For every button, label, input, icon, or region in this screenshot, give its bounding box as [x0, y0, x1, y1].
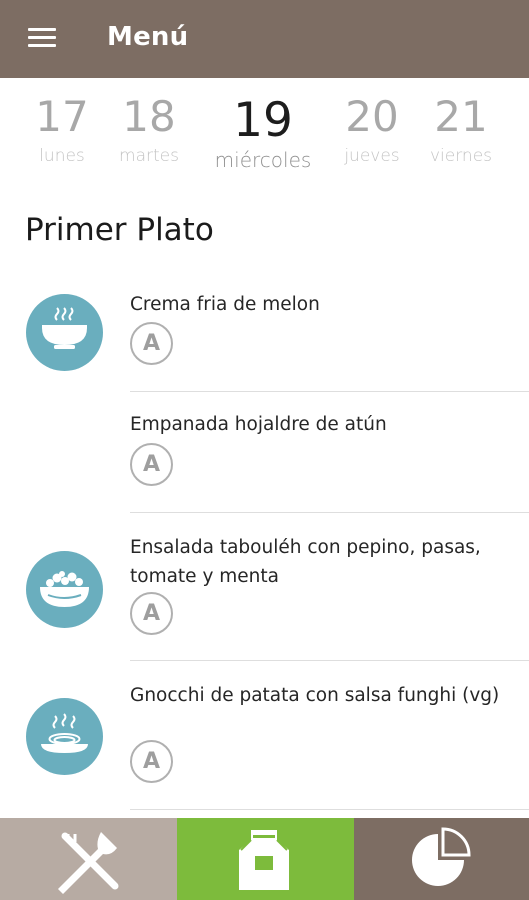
soup-bowl-icon	[26, 294, 103, 371]
dish-name: Crema fria de melon	[130, 294, 320, 315]
bottom-navigation	[0, 818, 529, 900]
dish-name: Gnocchi de patata con salsa funghi (vg)	[130, 685, 500, 706]
day-name: jueves	[344, 146, 400, 166]
nav-stats-button[interactable]	[354, 818, 529, 900]
dish-name: Ensalada tabouléh con pepino, pasas, tom…	[130, 537, 481, 587]
day-item-18[interactable]: 18 martes	[104, 92, 194, 167]
allergen-badge: A	[130, 322, 173, 365]
day-number: 19	[233, 93, 293, 148]
salad-bowl-icon	[26, 551, 103, 628]
day-item-20[interactable]: 20 jueves	[327, 92, 417, 167]
day-name: miércoles	[214, 148, 312, 172]
nav-menu-button[interactable]	[0, 818, 177, 900]
app-bar: Menú	[0, 0, 529, 78]
section-title: Primer Plato	[25, 212, 214, 248]
day-number: 18	[122, 92, 176, 141]
list-item[interactable]: Ensalada tabouléh con pepino, pasas, tom…	[0, 513, 529, 660]
divider	[130, 809, 529, 810]
allergen-badge: A	[130, 740, 173, 783]
day-item-19-selected[interactable]: 19 miércoles	[207, 93, 319, 172]
nav-shopping-button[interactable]	[177, 818, 354, 900]
pasta-plate-icon	[26, 698, 103, 775]
day-name: viernes	[429, 146, 493, 166]
list-item[interactable]: Empanada hojaldre de atún A	[0, 392, 529, 512]
day-item-17[interactable]: 17 lunes	[17, 92, 107, 167]
page-title: Menú	[107, 22, 189, 52]
day-name: martes	[119, 146, 179, 166]
day-item-21[interactable]: 21 viernes	[416, 92, 506, 167]
dish-name: Empanada hojaldre de atún	[130, 414, 387, 435]
allergen-badge: A	[130, 443, 173, 486]
list-item[interactable]: Crema fria de melon A	[0, 282, 529, 392]
day-selector: 17 lunes 18 martes 19 miércoles 20 jueve…	[0, 78, 529, 188]
day-name: lunes	[39, 146, 85, 166]
day-number: 17	[35, 92, 89, 141]
hamburger-menu-icon[interactable]	[28, 28, 56, 48]
list-item[interactable]: Gnocchi de patata con salsa funghi (vg) …	[0, 661, 529, 809]
fork-knife-icon	[58, 832, 119, 894]
day-number: 21	[434, 92, 488, 141]
pie-chart-icon	[412, 827, 471, 886]
shopping-bag-icon	[239, 830, 289, 890]
day-number: 20	[345, 92, 399, 141]
allergen-badge: A	[130, 592, 173, 635]
